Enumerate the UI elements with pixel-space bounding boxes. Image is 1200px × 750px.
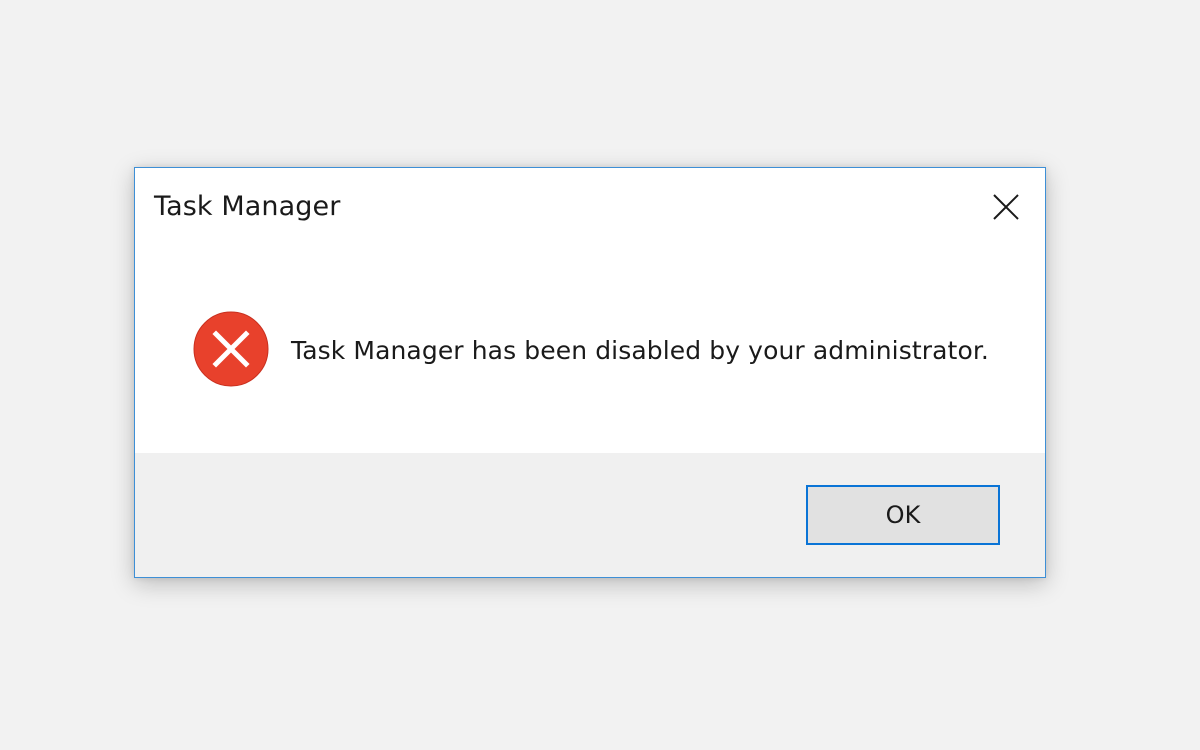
dialog-title: Task Manager bbox=[154, 191, 341, 222]
dialog-footer: OK bbox=[135, 453, 1045, 577]
message-dialog: Task Manager Task Manager has been disab… bbox=[134, 167, 1046, 578]
error-icon bbox=[193, 311, 269, 387]
error-message: Task Manager has been disabled by your a… bbox=[291, 336, 989, 365]
title-bar[interactable]: Task Manager bbox=[135, 168, 1045, 246]
close-button[interactable] bbox=[987, 188, 1025, 226]
ok-button[interactable]: OK bbox=[806, 485, 1000, 545]
close-icon bbox=[993, 194, 1019, 220]
dialog-content: Task Manager has been disabled by your a… bbox=[135, 246, 1045, 454]
